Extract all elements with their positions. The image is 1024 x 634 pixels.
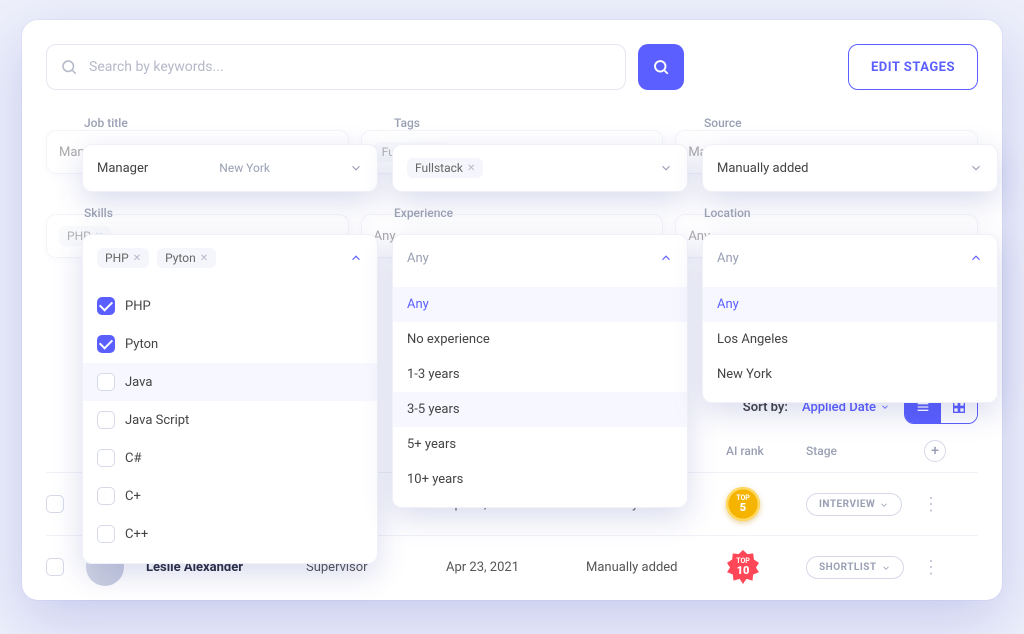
- close-icon[interactable]: ✕: [133, 253, 141, 264]
- checkbox[interactable]: [97, 335, 115, 353]
- skill-option[interactable]: Java: [83, 363, 377, 401]
- experience-label: Experience: [394, 206, 688, 220]
- location-dropdown: AnyLos AngelesNew York: [703, 281, 997, 402]
- skill-option-label: Java: [125, 375, 152, 390]
- experience-select[interactable]: Any AnyNo experience1-3 years3-5 years5+…: [392, 234, 688, 508]
- tags-label: Tags: [394, 116, 688, 130]
- skill-option[interactable]: Java Script: [83, 401, 377, 439]
- topbar: EDIT STAGES: [46, 44, 978, 90]
- location-select[interactable]: Any AnyLos AngelesNew York: [702, 234, 998, 403]
- chevron-down-icon: [659, 161, 673, 175]
- experience-dropdown: AnyNo experience1-3 years3-5 years5+ yea…: [393, 281, 687, 507]
- checkbox[interactable]: [97, 297, 115, 315]
- experience-option[interactable]: 10+ years: [393, 462, 687, 497]
- search-icon: [60, 58, 78, 76]
- chevron-up-icon: [349, 251, 363, 265]
- checkbox[interactable]: [97, 373, 115, 391]
- experience-option[interactable]: 5+ years: [393, 427, 687, 462]
- skill-option-label: PHP: [125, 299, 151, 314]
- skill-option[interactable]: Pyton: [83, 325, 377, 363]
- skill-option[interactable]: C++: [83, 515, 377, 553]
- chevron-down-icon: [349, 161, 363, 175]
- job-title-label: Job title: [84, 116, 378, 130]
- search-icon: [652, 58, 670, 76]
- skill-option-label: C#: [125, 451, 141, 466]
- source-label: Source: [704, 116, 998, 130]
- close-icon[interactable]: ✕: [467, 163, 475, 174]
- location-value: Any: [717, 251, 739, 266]
- location-option[interactable]: Los Angeles: [703, 322, 997, 357]
- skills-select[interactable]: PHP✕ Pyton✕ PHP Pyton Java Java Script C# C+ C…: [82, 234, 378, 564]
- edit-stages-button[interactable]: EDIT STAGES: [848, 44, 978, 90]
- row-checkbox[interactable]: [46, 495, 64, 513]
- skill-option-label: Java Script: [125, 413, 189, 428]
- skill-chip-php[interactable]: PHP✕: [97, 248, 149, 268]
- location-label: Location: [704, 206, 998, 220]
- chevron-down-icon: [969, 161, 983, 175]
- checkbox[interactable]: [97, 411, 115, 429]
- checkbox[interactable]: [97, 449, 115, 467]
- tags-select[interactable]: Fullstack✕: [392, 144, 688, 192]
- chevron-up-icon: [659, 251, 673, 265]
- close-icon[interactable]: ✕: [200, 253, 208, 264]
- skill-option-label: C++: [125, 527, 148, 542]
- source-select[interactable]: Manually added: [702, 144, 998, 192]
- job-title-value: Manager: [97, 161, 148, 176]
- job-title-location: New York: [219, 161, 270, 175]
- search-wrap: [46, 44, 626, 90]
- skill-option[interactable]: C+: [83, 477, 377, 515]
- skills-label: Skills: [84, 206, 378, 220]
- filters-overlay: Job title Manager New York Skills PHP✕ P…: [82, 116, 998, 564]
- skill-option-label: C+: [125, 489, 141, 504]
- location-option[interactable]: New York: [703, 357, 997, 392]
- experience-option[interactable]: Any: [393, 287, 687, 322]
- location-option[interactable]: Any: [703, 287, 997, 322]
- search-button[interactable]: [638, 44, 684, 90]
- skill-option[interactable]: C#: [83, 439, 377, 477]
- experience-option[interactable]: No experience: [393, 322, 687, 357]
- checkbox[interactable]: [97, 487, 115, 505]
- experience-option[interactable]: 1-3 years: [393, 357, 687, 392]
- job-title-select[interactable]: Manager New York: [82, 144, 378, 192]
- experience-option[interactable]: 3-5 years: [393, 392, 687, 427]
- row-checkbox[interactable]: [46, 558, 64, 576]
- skills-dropdown: PHP Pyton Java Java Script C# C+ C++: [83, 281, 377, 563]
- source-value: Manually added: [717, 161, 809, 176]
- search-input[interactable]: [46, 44, 626, 90]
- skill-chip-pyton[interactable]: Pyton✕: [157, 248, 216, 268]
- experience-value: Any: [407, 251, 429, 266]
- tag-chip-fullstack[interactable]: Fullstack✕: [407, 158, 483, 178]
- skill-option[interactable]: PHP: [83, 287, 377, 325]
- skill-option-label: Pyton: [125, 337, 158, 352]
- checkbox[interactable]: [97, 525, 115, 543]
- main-panel: EDIT STAGES Manager New York Fullstack✕ M…: [22, 20, 1002, 600]
- chevron-up-icon: [969, 251, 983, 265]
